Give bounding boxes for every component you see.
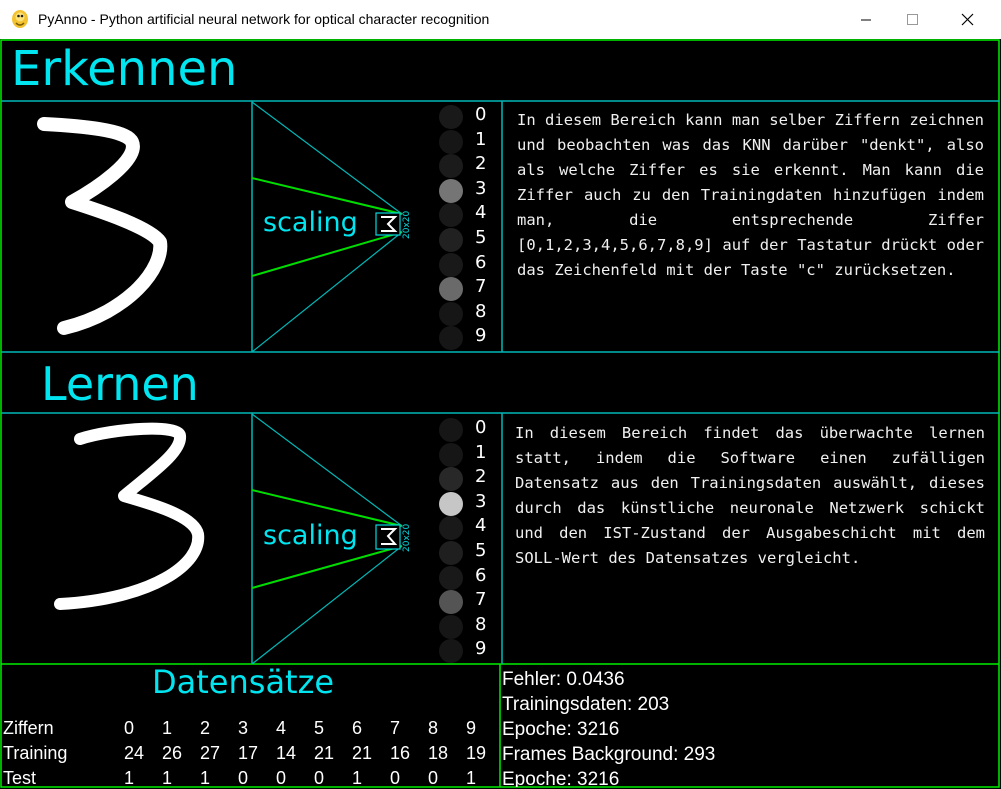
table-cell: 0 bbox=[276, 768, 287, 788]
table-cell: 18 bbox=[428, 743, 449, 763]
output-neuron-7 bbox=[439, 277, 463, 302]
table-cell: 21 bbox=[314, 743, 335, 763]
output-digit-label: 5 bbox=[475, 540, 487, 561]
python-snake-icon bbox=[12, 10, 28, 28]
erkennen-description: In diesem Bereich kann man selber Ziffer… bbox=[517, 111, 984, 279]
output-neuron-8 bbox=[439, 301, 463, 326]
erkennen-scaling-label: scaling bbox=[263, 207, 358, 238]
output-digit-label: 3 bbox=[475, 177, 487, 199]
lernen-size-label: 20x20 bbox=[402, 523, 412, 552]
training-sample-canvas bbox=[54, 422, 205, 610]
table-cell: 1 bbox=[352, 768, 363, 788]
table-row-label: Test bbox=[3, 768, 37, 788]
close-button[interactable] bbox=[945, 0, 991, 39]
output-digit-label: 7 bbox=[475, 276, 487, 298]
output-digit-label: 9 bbox=[475, 325, 487, 347]
table-cell: 14 bbox=[276, 743, 297, 763]
erkennen-size-label: 20x20 bbox=[402, 210, 412, 239]
output-neuron-0 bbox=[439, 418, 463, 442]
output-digit-label: 6 bbox=[475, 564, 487, 586]
table-cell: 8 bbox=[428, 718, 439, 738]
output-digit-label: 8 bbox=[475, 613, 487, 635]
output-digit-label: 9 bbox=[475, 638, 487, 660]
table-cell: 1 bbox=[162, 768, 173, 788]
output-neuron-6 bbox=[439, 565, 463, 590]
minimize-icon bbox=[861, 19, 871, 21]
app-canvas: Erkennen scaling 20x20 0123456789 In die… bbox=[0, 39, 1001, 789]
output-digit-label: 4 bbox=[475, 202, 487, 224]
table-cell: 27 bbox=[200, 743, 221, 763]
output-digit-label: 7 bbox=[475, 589, 487, 611]
stat-fehler: Fehler: 0.0436 bbox=[502, 669, 625, 690]
table-cell: 1 bbox=[124, 768, 135, 788]
window-title: PyAnno - Python artificial neural networ… bbox=[38, 11, 490, 27]
output-neuron-6 bbox=[439, 252, 463, 277]
minimize-button[interactable] bbox=[843, 0, 889, 39]
stat-epoche-2: Epoche: 3216 bbox=[502, 769, 620, 787]
table-cell: 0 bbox=[124, 718, 135, 738]
table-cell: 21 bbox=[352, 743, 373, 763]
output-digit-label: 1 bbox=[475, 128, 487, 150]
output-neuron-5 bbox=[439, 228, 463, 252]
output-neuron-5 bbox=[439, 541, 463, 565]
table-cell: 4 bbox=[276, 718, 287, 738]
table-cell: 3 bbox=[238, 718, 249, 738]
output-digit-label: 2 bbox=[475, 153, 487, 175]
table-row-label: Training bbox=[3, 743, 68, 763]
output-digit-label: 1 bbox=[475, 441, 487, 463]
drawing-canvas[interactable] bbox=[2, 102, 251, 351]
output-neuron-7 bbox=[439, 590, 463, 615]
output-neuron-1 bbox=[439, 129, 463, 154]
output-digit-label: 8 bbox=[475, 300, 487, 322]
output-digit-label: 5 bbox=[475, 227, 487, 248]
table-cell: 1 bbox=[162, 718, 173, 738]
erkennen-heading: Erkennen bbox=[11, 41, 238, 97]
close-icon bbox=[961, 13, 974, 26]
output-digit-label: 4 bbox=[475, 515, 487, 537]
output-neuron-3 bbox=[439, 178, 463, 203]
output-digit-label: 3 bbox=[475, 490, 487, 512]
output-digit-label: 0 bbox=[475, 104, 487, 125]
output-neuron-1 bbox=[439, 442, 463, 467]
datensaetze-heading: Datensätze bbox=[152, 663, 335, 701]
table-cell: 0 bbox=[428, 768, 439, 788]
output-neuron-3 bbox=[439, 491, 463, 516]
maximize-button[interactable] bbox=[889, 0, 935, 39]
table-cell: 0 bbox=[314, 768, 325, 788]
stat-epoche: Epoche: 3216 bbox=[502, 719, 620, 740]
lernen-scaling-label: scaling bbox=[263, 520, 358, 551]
output-neuron-0 bbox=[439, 105, 463, 129]
lernen-description: In diesem Bereich findet das überwachte … bbox=[515, 424, 985, 567]
training-digit bbox=[54, 422, 205, 610]
table-cell: 0 bbox=[390, 768, 401, 788]
table-cell: 2 bbox=[200, 718, 211, 738]
output-neuron-8 bbox=[439, 614, 463, 639]
window-titlebar: PyAnno - Python artificial neural networ… bbox=[0, 0, 1001, 39]
output-neuron-2 bbox=[439, 467, 463, 492]
output-digit-label: 0 bbox=[475, 417, 487, 438]
table-row-label: Ziffern bbox=[3, 718, 54, 738]
lernen-heading: Lernen bbox=[41, 357, 199, 411]
table-cell: 9 bbox=[466, 718, 477, 738]
table-cell: 16 bbox=[390, 743, 411, 763]
table-cell: 6 bbox=[352, 718, 363, 738]
table-cell: 1 bbox=[200, 768, 211, 788]
stat-frames-background: Frames Background: 293 bbox=[502, 744, 716, 765]
output-digit-label: 6 bbox=[475, 251, 487, 273]
table-cell: 17 bbox=[238, 743, 259, 763]
drawn-digit bbox=[37, 117, 168, 335]
output-neuron-2 bbox=[439, 154, 463, 179]
maximize-icon bbox=[907, 14, 918, 25]
table-cell: 26 bbox=[162, 743, 183, 763]
output-digit-label: 2 bbox=[475, 466, 487, 488]
table-cell: 0 bbox=[238, 768, 249, 788]
stat-trainingsdaten: Trainingsdaten: 203 bbox=[502, 694, 670, 715]
table-cell: 19 bbox=[466, 743, 487, 763]
table-cell: 24 bbox=[124, 743, 145, 763]
table-cell: 7 bbox=[390, 718, 401, 738]
table-cell: 1 bbox=[466, 768, 477, 788]
table-cell: 5 bbox=[314, 718, 325, 738]
